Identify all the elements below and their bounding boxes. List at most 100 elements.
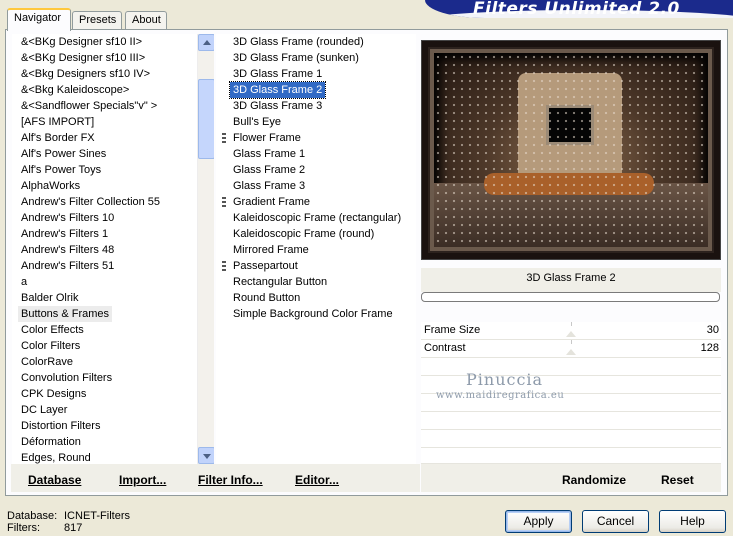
apply-button[interactable]: Apply	[505, 510, 572, 533]
title-banner: Filters Unlimited 2.0	[425, 0, 733, 18]
filter-item-label: Passepartout	[233, 260, 298, 272]
filter-info-button[interactable]: Filter Info...	[198, 473, 263, 487]
category-item[interactable]: Color Filters	[18, 338, 83, 354]
tab-presets[interactable]: Presets	[72, 11, 122, 30]
category-item[interactable]: &<Bkg Designers sf10 IV>	[18, 66, 153, 82]
filter-item-label: Mirrored Frame	[233, 244, 309, 256]
filter-item[interactable]: Glass Frame 3	[230, 178, 308, 194]
category-item[interactable]: Déformation	[18, 434, 84, 450]
filters-count-label: Filters:	[7, 522, 40, 534]
category-item[interactable]: Color Effects	[18, 322, 87, 338]
filter-item[interactable]: 3D Glass Frame 3	[230, 98, 325, 114]
category-item[interactable]: CPK Designs	[18, 386, 89, 402]
category-item[interactable]: Andrew's Filters 51	[18, 258, 117, 274]
category-item[interactable]: &<Bkg Kaleidoscope>	[18, 82, 132, 98]
filter-item[interactable]: Glass Frame 1	[230, 146, 308, 162]
filter-item[interactable]: Flower Frame	[222, 130, 304, 146]
param-slot-empty	[421, 430, 721, 448]
filter-item-label: 3D Glass Frame (sunken)	[233, 52, 359, 64]
scroll-down-button[interactable]	[198, 447, 214, 464]
param-slot-empty	[421, 448, 721, 464]
param-contrast[interactable]: Contrast 128	[421, 340, 721, 358]
category-item[interactable]: ColorRave	[18, 354, 76, 370]
help-button[interactable]: Help	[659, 510, 726, 533]
category-item[interactable]: Andrew's Filters 1	[18, 226, 111, 242]
filter-item-label: Bull's Eye	[233, 116, 281, 128]
cancel-button[interactable]: Cancel	[582, 510, 649, 533]
category-scrollbar[interactable]	[197, 34, 214, 466]
watermark-url: www.maidiregrafica.eu	[436, 390, 565, 401]
category-item[interactable]: Andrew's Filters 48	[18, 242, 117, 258]
category-item[interactable]: AlphaWorks	[18, 178, 83, 194]
category-item[interactable]: Distortion Filters	[18, 418, 103, 434]
filter-item[interactable]: Bull's Eye	[230, 114, 284, 130]
param-value: 30	[706, 324, 719, 336]
chevron-down-icon	[203, 454, 211, 459]
preview-dots	[434, 53, 708, 247]
filter-item[interactable]: 3D Glass Frame 2	[228, 81, 327, 99]
selected-filter-name: 3D Glass Frame 2	[421, 268, 721, 292]
category-item[interactable]: [AFS IMPORT]	[18, 114, 97, 130]
filter-item-label: Kaleidoscopic Frame (round)	[233, 228, 375, 240]
filter-item[interactable]: Round Button	[230, 290, 303, 306]
filter-item[interactable]: Simple Background Color Frame	[230, 306, 396, 322]
category-item[interactable]: Andrew's Filters 10	[18, 210, 117, 226]
filter-item[interactable]: Kaleidoscopic Frame (round)	[230, 226, 377, 242]
category-list[interactable]: &<BKg Designer sf10 II> &<BKg Designer sf…	[12, 34, 214, 466]
category-item[interactable]: Buttons & Frames	[18, 306, 113, 322]
param-label: Contrast	[424, 342, 466, 354]
scroll-up-button[interactable]	[198, 34, 214, 51]
category-item[interactable]: a	[18, 274, 30, 290]
watermark-name: Pinuccia	[466, 370, 544, 389]
navigator-panel: &<BKg Designer sf10 II> &<BKg Designer sf…	[5, 29, 728, 496]
filters-count-value: 817	[64, 522, 83, 534]
filter-item[interactable]: Passepartout	[222, 258, 301, 274]
category-item[interactable]: &<BKg Designer sf10 II>	[18, 34, 145, 50]
filter-item-label: Gradient Frame	[233, 196, 311, 208]
category-item[interactable]: Balder Olrik	[18, 290, 81, 306]
filter-item-label: Kaleidoscopic Frame (rectangular)	[233, 212, 402, 224]
navigator-toolbar: Database Import... Filter Info... Editor…	[11, 464, 420, 492]
filter-group-icon	[222, 261, 226, 272]
preview-picture	[434, 53, 708, 247]
filter-item[interactable]: Glass Frame 2	[230, 162, 308, 178]
database-button[interactable]: Database	[28, 473, 81, 487]
filter-item-label: 3D Glass Frame (rounded)	[233, 36, 364, 48]
chevron-up-icon	[203, 40, 211, 45]
category-item[interactable]: DC Layer	[18, 402, 70, 418]
filter-group-icon	[222, 133, 226, 144]
param-frame-size[interactable]: Frame Size 30	[421, 322, 721, 340]
reset-button[interactable]: Reset	[661, 473, 694, 487]
tab-about[interactable]: About	[125, 11, 167, 30]
filter-item[interactable]: 3D Glass Frame (rounded)	[230, 34, 367, 50]
filter-group-icon	[222, 197, 226, 208]
filter-item[interactable]: 3D Glass Frame 1	[230, 66, 325, 82]
filter-item[interactable]: Kaleidoscopic Frame (rectangular)	[230, 210, 404, 226]
scroll-thumb[interactable]	[198, 79, 214, 159]
category-item[interactable]: Andrew's Filter Collection 55	[18, 194, 163, 210]
category-item[interactable]: Alf's Power Toys	[18, 162, 104, 178]
filter-item[interactable]: 3D Glass Frame (sunken)	[230, 50, 362, 66]
progress-bar	[421, 292, 720, 302]
filter-item-label: Glass Frame 1	[233, 148, 306, 160]
randomize-button[interactable]: Randomize	[562, 473, 626, 487]
filter-item[interactable]: Rectangular Button	[230, 274, 330, 290]
filter-item-label: 3D Glass Frame 3	[233, 100, 323, 112]
filter-item-label: Simple Background Color Frame	[233, 308, 393, 320]
category-item[interactable]: &<BKg Designer sf10 III>	[18, 50, 148, 66]
filter-list[interactable]: 3D Glass Frame (rounded) 3D Glass Frame (…	[216, 34, 416, 466]
category-item[interactable]: Alf's Power Sines	[18, 146, 109, 162]
category-item[interactable]: Alf's Border FX	[18, 130, 98, 146]
filter-item-label: 3D Glass Frame 1	[233, 68, 323, 80]
filter-item[interactable]: Mirrored Frame	[230, 242, 312, 258]
editor-button[interactable]: Editor...	[295, 473, 339, 487]
tab-navigator[interactable]: Navigator	[7, 8, 71, 31]
category-item[interactable]: &<Sandflower Specials"v" >	[18, 98, 160, 114]
import-button[interactable]: Import...	[119, 473, 166, 487]
filter-item-label: Flower Frame	[233, 132, 301, 144]
filter-item[interactable]: Gradient Frame	[222, 194, 313, 210]
database-status-label: Database:	[7, 510, 58, 522]
parameter-toolbar: Randomize Reset	[421, 464, 721, 492]
category-item[interactable]: Convolution Filters	[18, 370, 115, 386]
filter-item-label: Glass Frame 2	[233, 164, 306, 176]
